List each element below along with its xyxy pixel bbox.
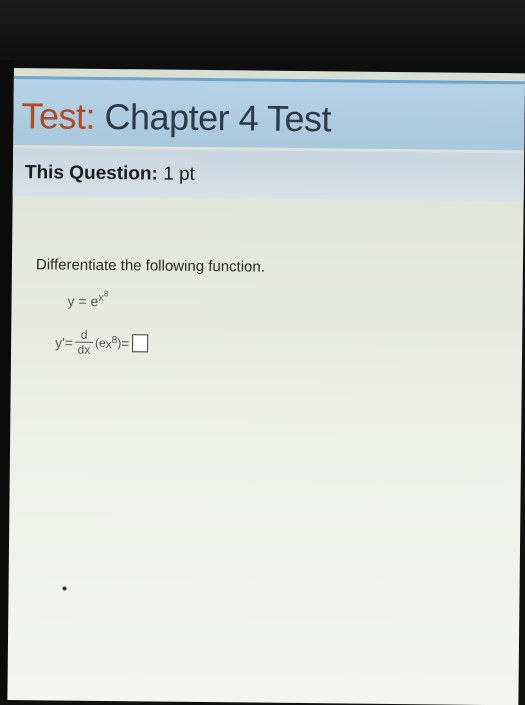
function-exponent-power: 8 — [103, 288, 109, 299]
function-equation: y = ex8 — [67, 289, 108, 310]
test-title-name: Chapter 4 Test — [104, 95, 332, 140]
function-exponent: x8 — [98, 288, 109, 304]
screen: Test: Chapter 4 Test This Question: 1 pt… — [7, 68, 525, 705]
test-header: Test: Chapter 4 Test — [13, 75, 525, 151]
derivative-denominator: dx — [77, 342, 91, 357]
derivative-numerator: d — [80, 327, 88, 342]
derivative-open: (e — [94, 335, 106, 350]
answer-input[interactable] — [132, 333, 149, 352]
derivative-operator: d dx — [75, 327, 94, 357]
question-info-bar: This Question: 1 pt — [12, 147, 525, 202]
cursor-dot — [62, 586, 67, 591]
function-equals: = — [78, 293, 87, 310]
derivative-equals: = — [64, 334, 74, 351]
derivative-exponent: x8 — [106, 334, 118, 351]
question-content: Differentiate the following function. y … — [35, 256, 266, 357]
derivative-equals-2: = — [121, 334, 130, 351]
question-points-label: This Question: — [24, 162, 159, 185]
function-lhs: y — [67, 292, 75, 309]
monitor-bezel-top — [0, 0, 525, 72]
question-points-value: 1 pt — [163, 163, 195, 185]
derivative-lhs: y' — [55, 333, 65, 351]
question-instruction: Differentiate the following function. — [35, 256, 266, 276]
function-base: e — [90, 293, 99, 310]
derivative-equation: y' = d dx (e x8) = — [55, 327, 149, 357]
test-title: Test: Chapter 4 Test — [21, 95, 331, 140]
test-title-prefix: Test: — [21, 95, 96, 137]
question-points: This Question: 1 pt — [25, 162, 195, 186]
